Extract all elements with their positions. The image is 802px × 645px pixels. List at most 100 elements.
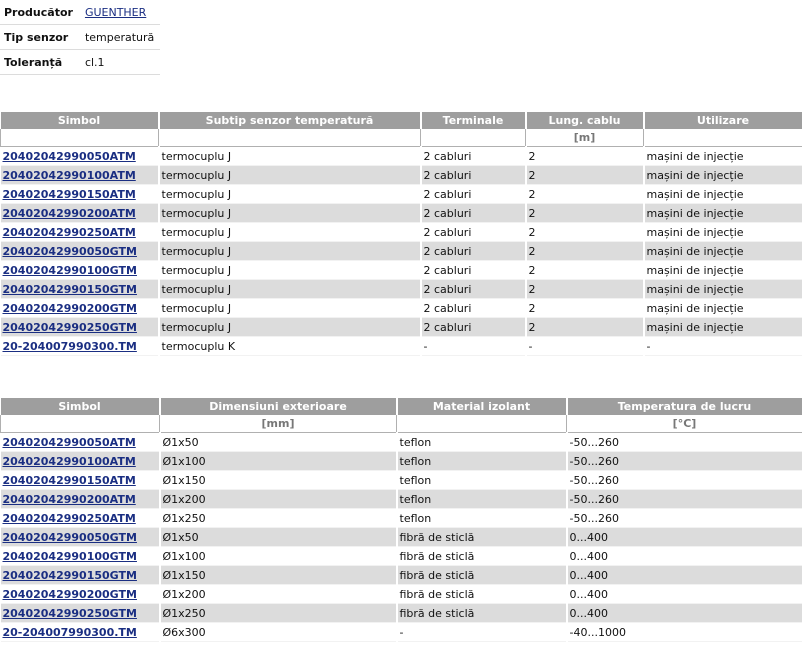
table-cell: mașini de injecție bbox=[643, 203, 802, 223]
table-cell: 2 cabluri bbox=[420, 317, 526, 337]
table-cell: teflon bbox=[396, 451, 567, 471]
symbol-link[interactable]: 20-204007990300.TM bbox=[3, 626, 137, 639]
table-cell: termocuplu J bbox=[158, 241, 421, 261]
table-row: 20402042990100GTM Ø1x100 fibră de sticlă 0.… bbox=[0, 546, 802, 566]
table-cell: Ø1x100 bbox=[159, 546, 397, 566]
table-cell: 2 bbox=[525, 279, 644, 299]
table-cell: Ø1x200 bbox=[159, 489, 397, 509]
symbol-link[interactable]: 20402042990200ATM bbox=[3, 207, 136, 220]
column-header: Dimensiuni exterioare bbox=[159, 398, 398, 415]
table-cell: mașini de injecție bbox=[643, 298, 802, 318]
table-row: 20402042990150GTM termocuplu J2 cabluri 2 m… bbox=[0, 279, 802, 299]
symbol-cell: 20402042990200GTM bbox=[0, 584, 160, 604]
table-cell: teflon bbox=[396, 432, 567, 452]
symbol-cell: 20402042990050GTM bbox=[0, 527, 160, 547]
table-row: 20402042990250ATM termocuplu J2 cabluri 2 m… bbox=[0, 222, 802, 242]
symbol-link[interactable]: 20402042990050ATM bbox=[3, 436, 136, 449]
table-cell: termocuplu J bbox=[158, 146, 421, 166]
symbol-link[interactable]: 20402042990100ATM bbox=[3, 455, 136, 468]
symbol-cell: 20402042990200GTM bbox=[0, 298, 159, 318]
table-cell: teflon bbox=[396, 508, 567, 528]
symbol-link[interactable]: 20402042990250GTM bbox=[3, 607, 137, 620]
symbol-cell: 20402042990100ATM bbox=[0, 451, 160, 471]
symbol-cell: 20402042990250GTM bbox=[0, 317, 159, 337]
table-row: 20-204007990300.TM Ø6x300- -40...1000 bbox=[0, 622, 802, 642]
unit-cell bbox=[420, 129, 526, 147]
table-cell: teflon bbox=[396, 489, 567, 509]
table-cell: mașini de injecție bbox=[643, 165, 802, 185]
table-cell: 2 cabluri bbox=[420, 279, 526, 299]
symbol-cell: 20402042990150ATM bbox=[0, 184, 159, 204]
table-cell: termocuplu J bbox=[158, 260, 421, 280]
table-row: 20402042990250ATM Ø1x250 teflon -50...260 bbox=[0, 508, 802, 528]
unit-cell: [m] bbox=[525, 129, 644, 147]
producer-link[interactable]: GUENTHER bbox=[85, 6, 146, 19]
column-header: Material izolant bbox=[396, 398, 568, 415]
symbol-cell: 20-204007990300.TM bbox=[0, 622, 160, 642]
table-cell: 2 cabluri bbox=[420, 298, 526, 318]
table-cell: teflon bbox=[396, 470, 567, 490]
table-cell: Ø1x250 bbox=[159, 603, 397, 623]
table-cell: 2 cabluri bbox=[420, 184, 526, 204]
table-cell: Ø1x50 bbox=[159, 527, 397, 547]
symbol-cell: 20402042990050GTM bbox=[0, 241, 159, 261]
symbol-link[interactable]: 20402042990100ATM bbox=[3, 169, 136, 182]
symbol-cell: 20402042990250ATM bbox=[0, 222, 159, 242]
symbol-link[interactable]: 20402042990050ATM bbox=[3, 150, 136, 163]
table-row: 20402042990150ATM termocuplu J2 cabluri 2 m… bbox=[0, 184, 802, 204]
symbol-link[interactable]: 20402042990250ATM bbox=[3, 226, 136, 239]
header-row: Simbol Dimensiuni exterioare Material izol… bbox=[0, 398, 802, 415]
table-row: 20402042990050ATM termocuplu J2 cabluri 2 m… bbox=[0, 146, 802, 166]
table-row: 20402042990050GTM Ø1x50 fibră de sticlă 0..… bbox=[0, 527, 802, 547]
spec-value: temperatură bbox=[78, 24, 161, 50]
symbol-link[interactable]: 20402042990150ATM bbox=[3, 188, 136, 201]
symbol-cell: 20402042990100GTM bbox=[0, 546, 160, 566]
symbol-cell: 20402042990200ATM bbox=[0, 203, 159, 223]
column-header: Utilizare bbox=[643, 112, 802, 129]
symbol-link[interactable]: 20402042990200GTM bbox=[3, 588, 137, 601]
symbol-link[interactable]: 20402042990050GTM bbox=[3, 531, 137, 544]
table-cell: 2 cabluri bbox=[420, 260, 526, 280]
symbol-link[interactable]: 20402042990200GTM bbox=[3, 302, 137, 315]
table-cell: 2 cabluri bbox=[420, 241, 526, 261]
table-cell: mașini de injecție bbox=[643, 317, 802, 337]
symbol-link[interactable]: 20402042990150GTM bbox=[3, 283, 137, 296]
table-row: 20402042990100ATM Ø1x100 teflon -50...260 bbox=[0, 451, 802, 471]
table1-body: 20402042990050ATM termocuplu J2 cabluri 2 m… bbox=[0, 146, 802, 356]
table-cell: Ø1x100 bbox=[159, 451, 397, 471]
table-cell: mașini de injecție bbox=[643, 222, 802, 242]
table-cell: 2 cabluri bbox=[420, 146, 526, 166]
table2-header: Simbol Dimensiuni exterioare Material izol… bbox=[0, 398, 802, 433]
table-cell: fibră de sticlă bbox=[396, 527, 567, 547]
unit-cell bbox=[396, 415, 567, 433]
table-cell: mașini de injecție bbox=[643, 184, 802, 204]
table-cell: mașini de injecție bbox=[643, 146, 802, 166]
table-cell: 2 bbox=[525, 165, 644, 185]
symbol-link[interactable]: 20402042990150ATM bbox=[3, 474, 136, 487]
table-cell: 2 cabluri bbox=[420, 165, 526, 185]
symbol-link[interactable]: 20402042990200ATM bbox=[3, 493, 136, 506]
symbol-link[interactable]: 20402042990250ATM bbox=[3, 512, 136, 525]
table-cell: Ø6x300 bbox=[159, 622, 397, 642]
table-cell: - bbox=[643, 336, 802, 356]
table-cell: 2 cabluri bbox=[420, 203, 526, 223]
table-cell: mașini de injecție bbox=[643, 260, 802, 280]
table-cell: Ø1x200 bbox=[159, 584, 397, 604]
symbol-link[interactable]: 20402042990100GTM bbox=[3, 264, 137, 277]
symbol-link[interactable]: 20402042990050GTM bbox=[3, 245, 137, 258]
table-cell: termocuplu J bbox=[158, 279, 421, 299]
symbol-link[interactable]: 20-204007990300.TM bbox=[3, 340, 137, 353]
table-cell: termocuplu J bbox=[158, 184, 421, 204]
column-header: Temperatura de lucru bbox=[566, 398, 802, 415]
symbol-cell: 20402042990100GTM bbox=[0, 260, 159, 280]
symbol-link[interactable]: 20402042990250GTM bbox=[3, 321, 137, 334]
unit-cell bbox=[158, 129, 421, 147]
table-row: 20402042990150ATM Ø1x150 teflon -50...260 bbox=[0, 470, 802, 490]
table-cell: mașini de injecție bbox=[643, 241, 802, 261]
symbol-link[interactable]: 20402042990100GTM bbox=[3, 550, 137, 563]
table-cell: fibră de sticlă bbox=[396, 584, 567, 604]
symbol-link[interactable]: 20402042990150GTM bbox=[3, 569, 137, 582]
symbol-cell: 20402042990150ATM bbox=[0, 470, 160, 490]
spec-label: Toleranță bbox=[0, 49, 79, 75]
unit-cell bbox=[0, 129, 159, 147]
